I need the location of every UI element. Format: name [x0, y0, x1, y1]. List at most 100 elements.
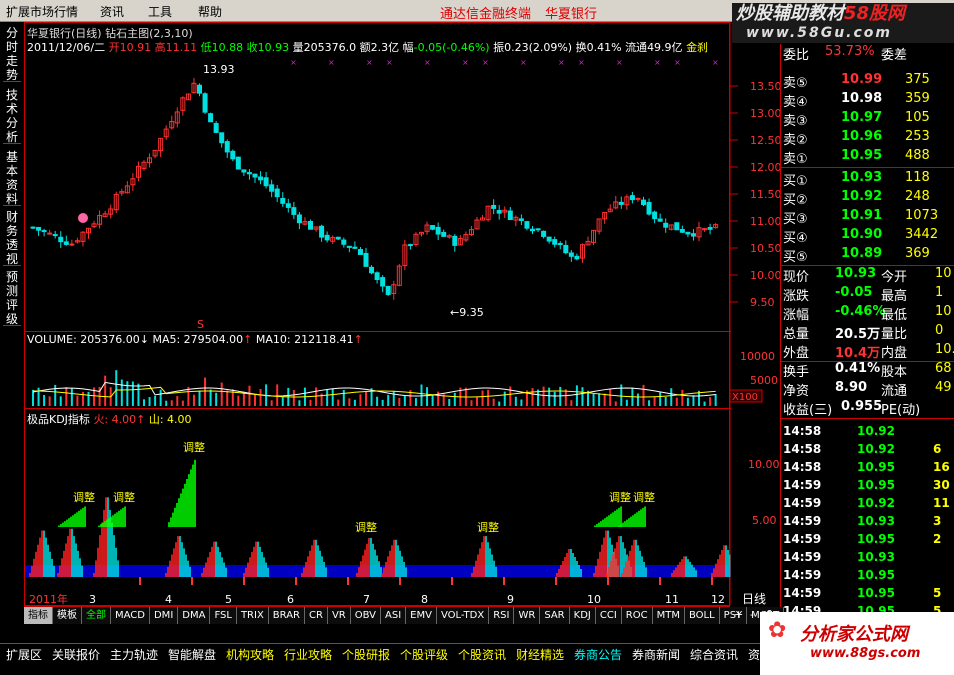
indicator-tab[interactable]: WR	[514, 607, 541, 624]
indicator-tab[interactable]: KDJ	[569, 607, 596, 624]
tick-row: 14:58 10.95 16	[783, 460, 954, 479]
indicator-tab[interactable]: BRAR	[268, 607, 305, 624]
indicator-tab[interactable]: 模板	[53, 607, 82, 624]
indicator-tab[interactable]: SAR	[540, 607, 570, 624]
quote-value-2: 10.	[935, 342, 954, 357]
tick-time: 14:59	[783, 514, 822, 528]
quote-value: 10.93	[835, 266, 877, 281]
indicator-tab[interactable]: MACD	[111, 607, 150, 624]
status-tab[interactable]: 券商公告	[574, 646, 622, 663]
quote-row: 现价 10.93 今开 10	[783, 266, 954, 285]
indicator-tab[interactable]: DMA	[178, 607, 211, 624]
quote-row: 收益(三) 0.955 PE(动)	[783, 399, 954, 418]
candle-body	[208, 113, 214, 123]
tick-volume: 3	[933, 514, 942, 528]
indicator-tab[interactable]: ASI	[381, 607, 407, 624]
indicator-tab[interactable]: VR	[327, 607, 351, 624]
ask-volume: 359	[905, 91, 930, 106]
indicator-tab[interactable]: DMI	[149, 607, 179, 624]
period-label[interactable]: 日线	[742, 590, 766, 607]
divider-price-volume	[25, 331, 731, 332]
tab-fundamentals[interactable]: 基本资料	[3, 150, 21, 206]
tab-forecast[interactable]: 预测评级	[3, 270, 21, 326]
candle-body	[269, 184, 275, 192]
price-axis-label: 11.00	[750, 215, 780, 228]
ask-volume: 375	[905, 72, 930, 87]
candle-body	[541, 230, 547, 237]
status-tab[interactable]: 智能解盘	[168, 646, 216, 663]
indicator-tab[interactable]: CCI	[595, 607, 622, 624]
kdj-info: 极品KDJ指标 火: 4.00↑ 山: 4.00	[27, 413, 192, 426]
tick-volume: 11	[933, 496, 950, 510]
stock-name-title: 华夏银行	[545, 7, 598, 22]
indicator-tab[interactable]: BOLL	[684, 607, 720, 624]
indicator-tab[interactable]: CR	[305, 607, 328, 624]
indicator-tab[interactable]: 全部	[82, 607, 111, 624]
status-tab[interactable]: 机构攻略	[226, 646, 274, 663]
menu-help[interactable]: 帮助	[198, 3, 222, 20]
status-tab[interactable]: 行业攻略	[284, 646, 332, 663]
indicator-tab[interactable]: MTM	[652, 607, 685, 624]
status-tab[interactable]: 券商新闻	[632, 646, 680, 663]
quote-value-2: 10	[935, 266, 952, 281]
status-tab[interactable]: 关联报价	[52, 646, 100, 663]
bid-price: 10.91	[841, 208, 883, 223]
indicator-tab[interactable]: ROC	[621, 607, 653, 624]
status-tab[interactable]: 个股研报	[342, 646, 390, 663]
price-axis-label: 13.50	[750, 80, 780, 93]
candle-body	[319, 225, 325, 238]
tick-time: 14:58	[783, 442, 822, 456]
indicator-tab[interactable]: EMV	[406, 607, 437, 624]
status-tab[interactable]: 个股评级	[400, 646, 448, 663]
status-tab[interactable]: 扩展区	[6, 646, 42, 663]
quote-label: 涨幅	[783, 308, 810, 323]
candle-body	[224, 141, 230, 153]
volume-info: VOLUME: 205376.00↓ MA5: 279504.00↑ MA10:…	[27, 333, 363, 346]
signal-dot: ×	[328, 58, 335, 67]
tick-volume: 6	[933, 442, 942, 456]
quote-label: 收益(三)	[783, 403, 833, 418]
status-tab[interactable]: 个股资讯	[458, 646, 506, 663]
volume-unit-label: X100	[732, 392, 758, 403]
candle-body	[568, 252, 574, 257]
status-tab[interactable]: 财经精选	[516, 646, 564, 663]
tab-technical[interactable]: 技术分析	[3, 88, 21, 144]
zoom-in-button[interactable]: +	[734, 608, 743, 621]
tick-price: 10.95	[857, 568, 895, 582]
flower-icon: ✿	[768, 618, 787, 643]
candle-body	[258, 176, 264, 181]
menu-extended-market[interactable]: 扩展市场行情	[6, 3, 78, 20]
x-axis-label: 4	[165, 593, 172, 606]
tick-price: 10.92	[857, 424, 895, 438]
price-axis-label: 11.50	[750, 188, 780, 201]
indicator-tab[interactable]: FSL	[210, 607, 237, 624]
candle-body	[246, 172, 252, 175]
kdj-annotation: 调整	[633, 490, 655, 504]
candle-body	[30, 226, 36, 229]
tab-financial[interactable]: 财务透视	[3, 210, 21, 266]
candle-body	[263, 177, 269, 187]
menu-tools[interactable]: 工具	[148, 3, 172, 20]
quote-row: 总量 20.5万 量比 0	[783, 323, 954, 342]
indicator-tab[interactable]: OBV	[350, 607, 381, 624]
ask-label: 卖④	[783, 95, 808, 110]
ma10-label: MA10: 212118.41	[255, 333, 354, 346]
indicator-tab[interactable]: RSI	[489, 607, 515, 624]
zoom-out-button[interactable]: -	[750, 608, 754, 621]
status-tab[interactable]: 综合资讯	[690, 646, 738, 663]
candle-body	[452, 235, 458, 246]
indicator-tab[interactable]: TRIX	[236, 607, 269, 624]
indicator-tab[interactable]: 指标	[24, 607, 53, 624]
quote-value-2: 49	[935, 380, 952, 395]
kdj-annotation: 调整	[609, 490, 631, 504]
candle-body	[685, 231, 691, 235]
status-tab[interactable]: 主力轨迹	[110, 646, 158, 663]
indicator-tab[interactable]: VOL-TDX	[436, 607, 490, 624]
chart-area[interactable]: 华夏银行(日线) 钻石主图(2,3,10) 2011/12/06/二 开10.9…	[24, 22, 731, 606]
menu-news[interactable]: 资讯	[100, 3, 124, 20]
x-axis-label: 7	[363, 593, 370, 606]
order-book-divider	[780, 167, 954, 168]
signal-dot: ×	[482, 58, 489, 67]
tab-intraday[interactable]: 分时走势	[3, 26, 21, 82]
low-mark-label: ←9.35	[450, 306, 484, 319]
